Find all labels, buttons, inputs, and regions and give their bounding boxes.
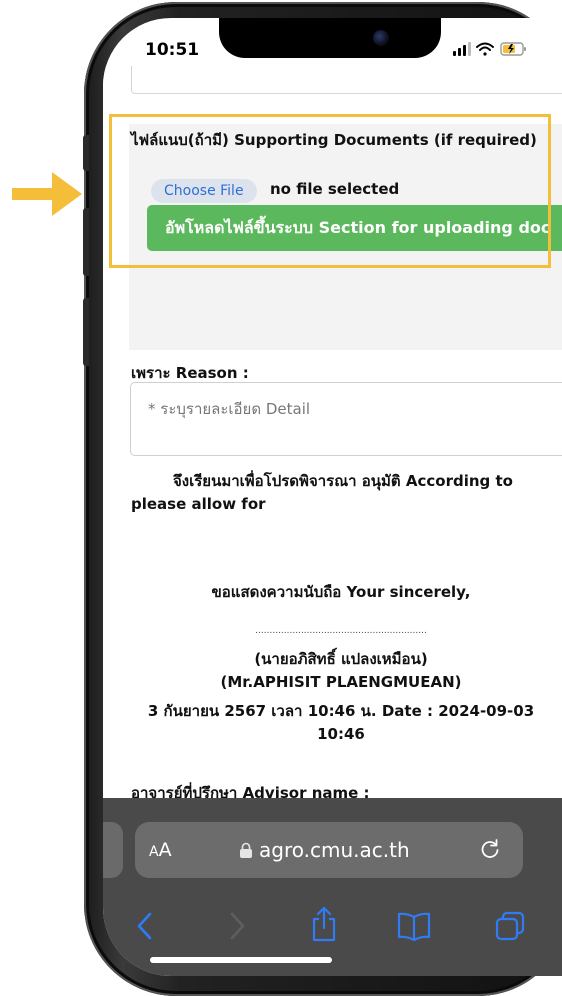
text-size-button[interactable]: AA xyxy=(149,839,172,861)
bookmarks-icon[interactable] xyxy=(397,911,431,941)
signed-time: 10:46 xyxy=(317,725,365,743)
share-icon[interactable] xyxy=(311,906,337,942)
signal-icon xyxy=(453,42,471,56)
wifi-icon xyxy=(476,42,494,56)
notch xyxy=(219,18,441,58)
request-text: จึงเรียนมาเพื่อโปรดพิจารณา อนุมัติ Accor… xyxy=(173,472,513,490)
status-time: 10:51 xyxy=(145,40,200,60)
web-page: ไฟล์แนบ(ถ้ามี) Supporting Documents (if … xyxy=(103,66,562,826)
volume-up-button xyxy=(83,208,89,276)
signer-name-thai: (นายอภิสิทธิ์ แปลงเหมือน) xyxy=(254,650,428,668)
phone-screen: 10:51 ไฟล์แนบ(ถ้ามี) Supporting Document… xyxy=(103,18,562,976)
lock-icon xyxy=(240,842,252,858)
tabs-icon[interactable] xyxy=(495,911,525,941)
closing-text: ขอแสดงความนับถือ Your sincerely, xyxy=(211,583,471,601)
browser-toolbar: AA agro.cmu.ac.th xyxy=(103,798,562,976)
previous-tab-pill[interactable] xyxy=(103,822,123,878)
request-text-continued: please allow for xyxy=(131,495,266,513)
battery-icon xyxy=(500,42,526,56)
reload-icon[interactable] xyxy=(479,838,501,860)
address-bar[interactable]: AA agro.cmu.ac.th xyxy=(135,822,523,878)
home-indicator[interactable] xyxy=(150,957,332,963)
signed-date: 3 กันยายน 2567 เวลา 10:46 น. Date : 2024… xyxy=(147,702,535,720)
front-camera xyxy=(373,30,389,46)
mute-switch xyxy=(83,135,89,171)
forward-icon[interactable] xyxy=(227,911,247,941)
url-text[interactable]: agro.cmu.ac.th xyxy=(259,838,410,862)
pointer-arrow-icon xyxy=(12,172,82,216)
signature-line: ........................................… xyxy=(255,626,427,636)
highlight-box xyxy=(109,114,551,268)
reason-placeholder: * ระบุรายละเอียด Detail xyxy=(148,400,311,418)
previous-input-field[interactable] xyxy=(131,66,562,94)
reason-textarea[interactable]: * ระบุรายละเอียด Detail xyxy=(130,382,562,456)
status-icons xyxy=(453,42,526,56)
volume-down-button xyxy=(83,298,89,366)
signer-name-english: (Mr.APHISIT PLAENGMUEAN) xyxy=(220,673,462,691)
back-icon[interactable] xyxy=(135,911,155,941)
